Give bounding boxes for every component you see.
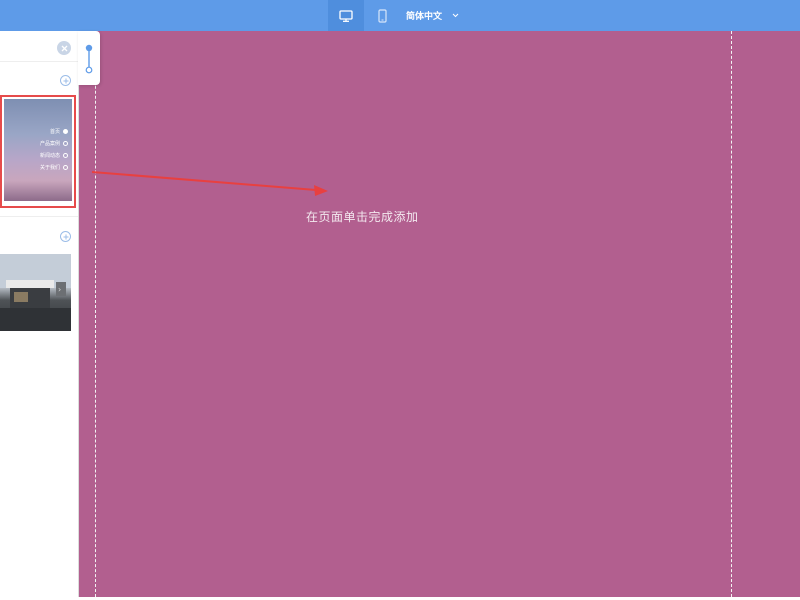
section-divider bbox=[0, 216, 78, 217]
thumbnail-nav-item: 新闻动态 bbox=[40, 152, 68, 159]
svg-text:›: › bbox=[58, 285, 61, 294]
thumbnail-nav-item: 产品案例 bbox=[40, 140, 68, 147]
right-guide-line bbox=[731, 31, 732, 597]
mobile-icon bbox=[377, 8, 387, 23]
chevron-down-icon bbox=[452, 13, 459, 18]
house-image: › bbox=[0, 254, 71, 331]
desktop-view-button[interactable] bbox=[328, 0, 364, 31]
component-thumbnail[interactable]: › bbox=[0, 254, 71, 331]
left-guide-line bbox=[95, 31, 96, 597]
language-select[interactable]: 简体中文 bbox=[400, 0, 465, 31]
slider-handle-icon bbox=[85, 44, 93, 74]
plus-icon bbox=[63, 234, 68, 239]
panel-search-bar[interactable] bbox=[0, 31, 78, 62]
section-toggle-button[interactable] bbox=[60, 231, 71, 242]
page-canvas[interactable]: 在页面单击完成添加 bbox=[78, 31, 800, 597]
mobile-view-button[interactable] bbox=[364, 0, 400, 31]
thumbnail-image: 首页 产品案例 新闻动态 关于我们 bbox=[4, 99, 72, 201]
panel-slider-handle[interactable] bbox=[78, 31, 100, 85]
thumbnail-nav-item: 关于我们 bbox=[40, 164, 68, 171]
top-toolbar: 简体中文 bbox=[0, 0, 800, 31]
language-label: 简体中文 bbox=[406, 11, 443, 21]
drop-hint-text: 在页面单击完成添加 bbox=[306, 210, 419, 224]
section-toggle-button[interactable] bbox=[60, 75, 71, 86]
desktop-icon bbox=[339, 9, 353, 22]
plus-icon bbox=[63, 78, 68, 83]
thumbnail-nav-item: 首页 bbox=[50, 128, 68, 135]
close-icon bbox=[61, 45, 67, 51]
clear-search-button[interactable] bbox=[57, 41, 71, 55]
selected-component-thumbnail[interactable]: 首页 产品案例 新闻动态 关于我们 bbox=[0, 95, 76, 208]
component-panel: 首页 产品案例 新闻动态 关于我们 › bbox=[0, 31, 79, 597]
